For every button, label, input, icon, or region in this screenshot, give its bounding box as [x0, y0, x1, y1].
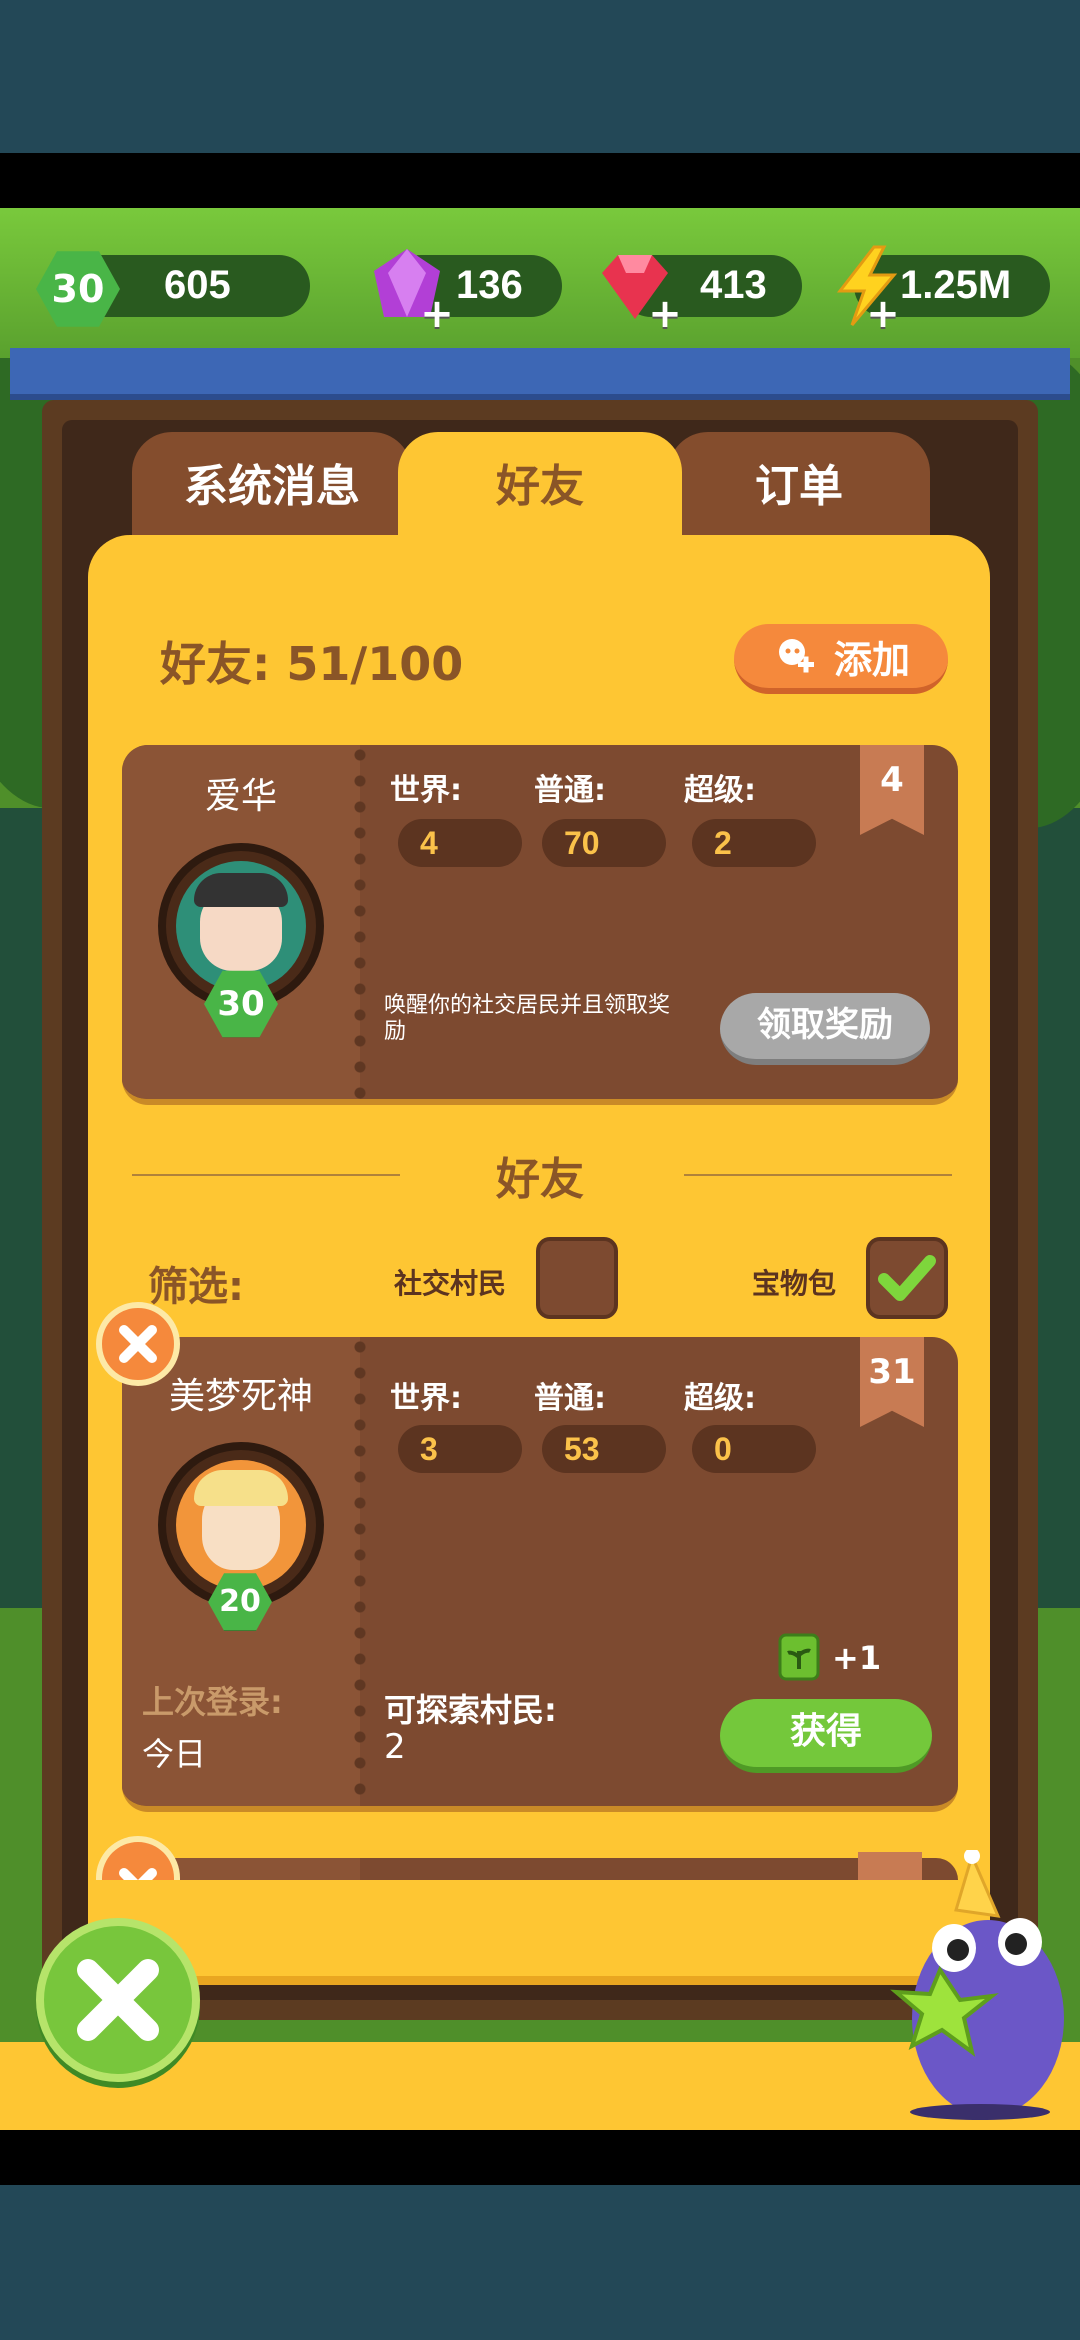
super-value: 2 — [692, 819, 816, 867]
ruby-counter[interactable]: + 413 — [602, 255, 802, 334]
bottom-decoration — [0, 2185, 1080, 2340]
friend-card: 美梦死神 20 世界: 普通: 超级: 3 53 0 31 上次登录: 今日 可… — [122, 1337, 958, 1812]
tab-orders[interactable]: 订单 — [668, 432, 930, 552]
add-friend-button[interactable]: 添加 — [734, 624, 948, 694]
friend-world-value: 3 — [398, 1425, 522, 1473]
top-decoration — [0, 0, 1080, 153]
remove-friend-button[interactable] — [96, 1302, 180, 1386]
get-button[interactable]: 获得 — [720, 1699, 932, 1773]
reward-amount: +1 — [832, 1639, 882, 1677]
explorable-value: 2 — [384, 1727, 406, 1767]
friend-count: 好友: 51/100 — [160, 637, 464, 691]
add-rubies-icon: + — [648, 291, 682, 337]
energy-value: 1.25M — [900, 263, 1012, 307]
add-friend-icon — [778, 639, 814, 673]
xp-counter: 30 605 — [36, 251, 310, 327]
normal-value: 70 — [542, 819, 666, 867]
top-black-bar — [0, 153, 1080, 208]
close-icon — [77, 1959, 159, 2041]
friend-normal-value: 53 — [542, 1425, 666, 1473]
friend-rank-ribbon: 31 — [860, 1337, 924, 1427]
mascot-monster — [890, 1850, 1064, 2120]
panel-footer — [88, 1880, 990, 1976]
add-friend-label: 添加 — [833, 637, 910, 682]
gem-counter[interactable]: + 136 — [374, 249, 562, 334]
close-icon — [119, 1325, 157, 1363]
filter-treasure-label: 宝物包 — [752, 1267, 837, 1300]
next-friend-card — [122, 1858, 958, 1880]
claim-reward-button[interactable]: 领取奖励 — [720, 993, 930, 1065]
bottom-black-bar — [0, 2130, 1080, 2185]
my-friend-card: 爱华 30 世界: 普通: 超级: 4 70 2 4 唤醒你的社交居民并且领取奖… — [122, 745, 958, 1105]
add-gems-icon: + — [420, 291, 454, 337]
normal-label: 普通: — [534, 773, 606, 808]
close-icon — [119, 1868, 157, 1880]
close-button[interactable] — [36, 1918, 200, 2082]
energy-counter[interactable]: + 1.25M — [836, 245, 1050, 334]
last-login-label: 上次登录: — [142, 1683, 283, 1721]
friend-normal-label: 普通: — [534, 1381, 606, 1416]
checkmark-icon — [878, 1255, 936, 1301]
filter-label: 筛选: — [148, 1264, 244, 1310]
my-name: 爱华 — [204, 776, 277, 817]
friend-super-value: 0 — [692, 1425, 816, 1473]
filter-treasure-checkbox[interactable] — [866, 1237, 948, 1319]
ruby-value: 413 — [700, 263, 767, 307]
last-login-value: 今日 — [142, 1735, 207, 1773]
super-label: 超级: — [684, 773, 756, 808]
friend-super-label: 超级: — [684, 1381, 756, 1416]
world-label: 世界: — [390, 773, 462, 808]
tab-system-messages[interactable]: 系统消息 — [132, 432, 412, 552]
seed-pack-icon — [778, 1633, 820, 1681]
board-roof — [10, 348, 1070, 400]
claim-hint: 唤醒你的社交居民并且领取奖励 — [384, 993, 671, 1044]
rank-ribbon: 4 — [860, 745, 924, 835]
section-title: 好友 — [496, 1154, 584, 1205]
explorable-label: 可探索村民: — [384, 1691, 557, 1729]
xp-value: 605 — [164, 263, 231, 307]
divider-right — [684, 1174, 952, 1176]
filter-social-label: 社交村民 — [394, 1267, 507, 1300]
world-value: 4 — [398, 819, 522, 867]
tab-friends[interactable]: 好友 — [398, 432, 682, 592]
gem-value: 136 — [456, 263, 523, 307]
divider-left — [132, 1174, 400, 1176]
filter-social-checkbox[interactable] — [536, 1237, 618, 1319]
add-energy-icon: + — [866, 291, 900, 337]
friend-world-label: 世界: — [390, 1381, 462, 1416]
